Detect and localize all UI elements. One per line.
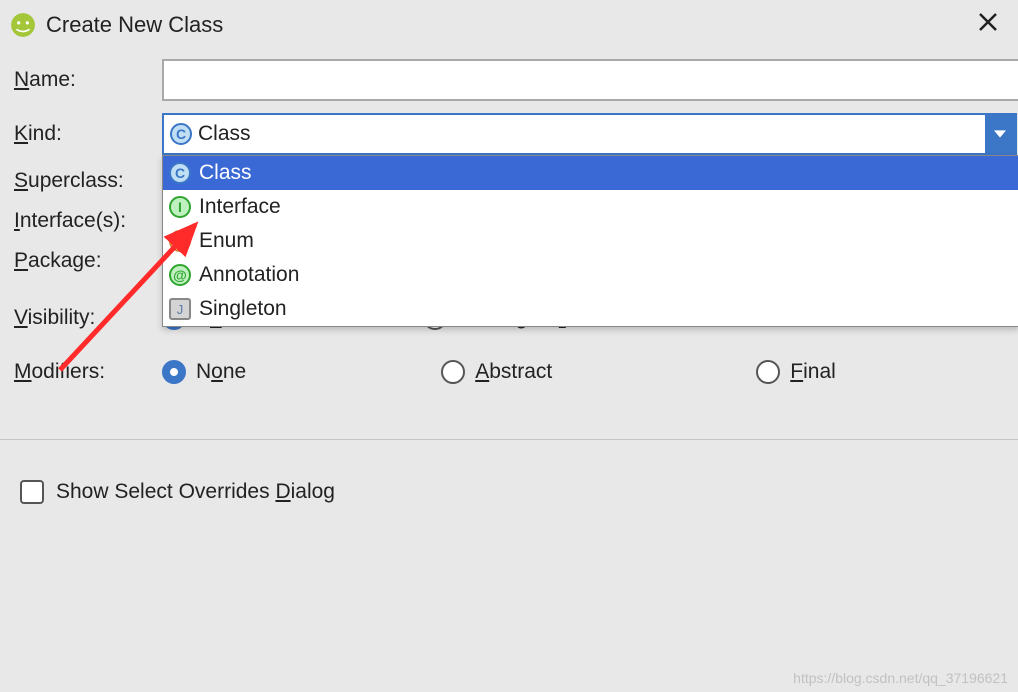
form: Name: Kind: C Class C Class <box>0 47 1018 399</box>
class-icon: C <box>169 162 191 184</box>
window-title: Create New Class <box>46 12 972 38</box>
radio-abstract[interactable] <box>441 360 465 384</box>
radio-none-label: None <box>196 360 246 384</box>
label-interfaces: Interface(s): <box>14 209 162 233</box>
show-overrides-row: Show Select Overrides Dialog <box>0 440 1018 504</box>
kind-combobox[interactable]: C Class C Class I Interface <box>162 113 1017 155</box>
dropdown-arrow-icon[interactable] <box>985 115 1015 153</box>
row-name: Name: <box>14 53 1018 107</box>
radio-abstract-label: Abstract <box>475 360 552 384</box>
singleton-icon: J <box>169 298 191 320</box>
kind-option-interface[interactable]: I Interface <box>163 190 1018 224</box>
kind-selected: C Class <box>164 122 985 146</box>
close-icon[interactable] <box>972 10 1004 39</box>
label-superclass: Superclass: <box>14 169 162 193</box>
interface-icon: I <box>169 196 191 218</box>
modifier-abstract-option[interactable]: Abstract <box>441 360 552 384</box>
kind-option-class[interactable]: C Class <box>163 156 1018 190</box>
android-studio-icon <box>10 12 36 38</box>
annotation-icon: @ <box>169 264 191 286</box>
label-name: Name: <box>14 68 162 92</box>
option-label: Class <box>199 161 252 185</box>
modifier-none-option[interactable]: None <box>162 360 246 384</box>
radio-final-label: Final <box>790 360 836 384</box>
label-kind: Kind: <box>14 122 162 146</box>
titlebar: Create New Class <box>0 0 1018 47</box>
modifier-final-option[interactable]: Final <box>756 360 836 384</box>
row-kind: Kind: C Class C Class I <box>14 107 1018 161</box>
kind-dropdown: C Class I Interface E Enum @ Annotation <box>162 155 1018 327</box>
option-label: Interface <box>199 195 281 219</box>
kind-selected-label: Class <box>198 122 251 146</box>
option-label: Annotation <box>199 263 299 287</box>
option-label: Singleton <box>199 297 287 321</box>
show-overrides-label: Show Select Overrides Dialog <box>56 480 335 504</box>
kind-option-enum[interactable]: E Enum <box>163 224 1018 258</box>
option-label: Enum <box>199 229 254 253</box>
kind-option-singleton[interactable]: J Singleton <box>163 292 1018 326</box>
class-icon: C <box>170 123 192 145</box>
enum-icon: E <box>169 230 191 252</box>
label-visibility: Visibility: <box>14 306 162 330</box>
name-input[interactable] <box>162 59 1018 101</box>
row-modifiers: Modifiers: None Abstract Final <box>14 345 1018 399</box>
show-overrides-checkbox[interactable] <box>20 480 44 504</box>
radio-none[interactable] <box>162 360 186 384</box>
label-modifiers: Modifiers: <box>14 360 162 384</box>
label-package: Package: <box>14 249 162 273</box>
radio-final[interactable] <box>756 360 780 384</box>
kind-option-annotation[interactable]: @ Annotation <box>163 258 1018 292</box>
watermark: https://blog.csdn.net/qq_37196621 <box>793 670 1008 686</box>
